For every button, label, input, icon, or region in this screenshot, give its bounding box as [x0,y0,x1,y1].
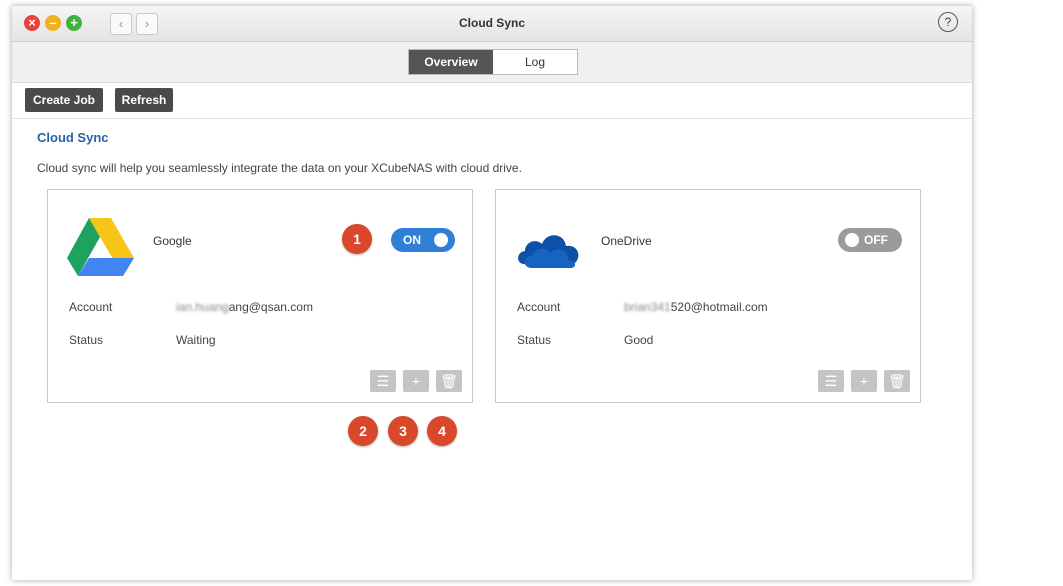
create-job-button[interactable]: Create Job [25,88,103,112]
add-icon[interactable]: + [403,370,429,392]
account-domain: ang@qsan.com [228,300,313,314]
onedrive-icon [518,235,579,268]
tab-log[interactable]: Log [493,50,577,74]
trash-icon[interactable]: 🗑 [884,370,910,392]
google-sync-toggle[interactable]: ON [391,228,455,252]
google-card: Google ON Account ian.huangang@qsan.com … [47,189,473,403]
trash-icon[interactable]: 🗑 [436,370,462,392]
onedrive-card: OneDrive OFF Account brian341520@hotmail… [495,189,921,403]
account-label: Account [517,300,561,314]
status-value: Waiting [176,333,216,347]
blurred-account-prefix: brian341 [624,300,671,314]
card-actions: ☰ + 🗑 [370,370,462,392]
account-value: brian341520@hotmail.com [624,300,768,314]
service-name-google: Google [153,234,192,248]
section-heading: Cloud Sync [37,130,109,145]
callout-badge-1: 1 [342,224,372,254]
status-label: Status [69,333,104,347]
callout-badge-2: 2 [348,416,378,446]
tab-overview[interactable]: Overview [409,50,493,74]
title-bar: × – + ‹ › Cloud Sync ? [12,6,972,42]
cloud-sync-window: × – + ‹ › Cloud Sync ? Overview Log Crea… [12,6,972,580]
toggle-knob [434,233,448,247]
status-value: Good [624,333,654,347]
status-label: Status [517,333,552,347]
toggle-label: OFF [864,233,888,247]
tab-bar: Overview Log [12,42,972,83]
list-icon[interactable]: ☰ [370,370,396,392]
section-description: Cloud sync will help you seamlessly inte… [37,161,522,175]
refresh-button[interactable]: Refresh [115,88,173,112]
account-label: Account [69,300,113,314]
blurred-account-prefix: ian.huang [176,300,229,314]
window-title: Cloud Sync [458,16,525,30]
account-value: ian.huangang@qsan.com [176,300,313,314]
card-actions: ☰ + 🗑 [818,370,910,392]
add-icon[interactable]: + [851,370,877,392]
onedrive-sync-toggle[interactable]: OFF [838,228,902,252]
callout-badge-3: 3 [388,416,418,446]
tab-group: Overview Log [408,49,578,75]
divider [12,118,972,119]
list-icon[interactable]: ☰ [818,370,844,392]
google-drive-icon [67,218,134,276]
account-domain: 520@hotmail.com [670,300,768,314]
service-name-onedrive: OneDrive [601,234,652,248]
help-icon[interactable]: ? [938,12,958,32]
toggle-knob [845,233,859,247]
toggle-label: ON [403,233,421,247]
callout-badge-4: 4 [427,416,457,446]
